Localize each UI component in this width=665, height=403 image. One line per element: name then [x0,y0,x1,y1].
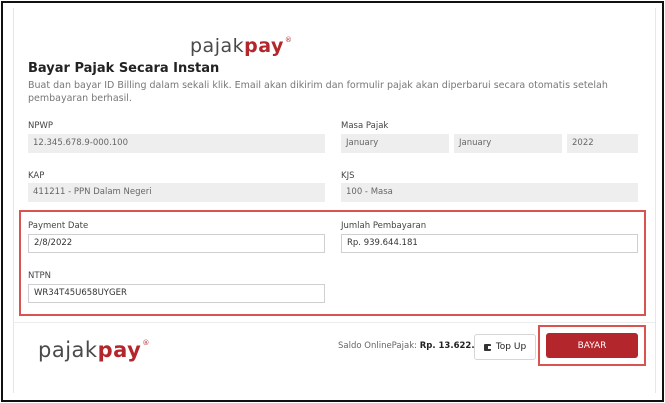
top-up-label: Top Up [495,342,527,352]
saldo-balance: Saldo OnlinePajak: Rp. 13.622.186 [338,341,492,351]
masa-pajak-from-field: January [341,134,449,153]
npwp-field: 12.345.678.9-000.100 [28,134,325,153]
top-up-button[interactable]: Top Up [474,334,536,360]
jumlah-pembayaran-input[interactable]: Rp. 939.644.181 [341,234,638,253]
masa-pajak-year-field: 2022 [567,134,638,153]
npwp-label: NPWP [28,121,54,131]
payment-date-label: Payment Date [28,221,89,231]
page-subtitle: Buat dan bayar ID Billing dalam sekali k… [28,80,608,104]
kjs-label: KJS [341,171,355,181]
saldo-label: Saldo OnlinePajak: [338,341,417,351]
footer-divider [14,322,655,323]
wallet-icon [483,343,491,351]
kap-field: 411211 - PPN Dalam Negeri [28,183,325,202]
bayar-label: BAYAR [577,340,607,351]
kap-label: KAP [28,171,45,181]
bayar-button[interactable]: BAYAR [546,333,638,358]
masa-pajak-label: Masa Pajak [341,121,389,131]
ntpn-input[interactable]: WR34T45U658UYGER [28,284,325,303]
pajakpay-logo-bottom: pajakpay® [38,338,150,362]
pajakpay-logo-top: pajakpay® [190,35,293,57]
jumlah-pembayaran-label: Jumlah Pembayaran [341,221,427,231]
kjs-field: 100 - Masa [341,183,638,202]
ntpn-label: NTPN [28,271,52,281]
payment-date-input[interactable]: 2/8/2022 [28,234,325,253]
page-title: Bayar Pajak Secara Instan [28,61,220,76]
masa-pajak-to-field: January [454,134,562,153]
